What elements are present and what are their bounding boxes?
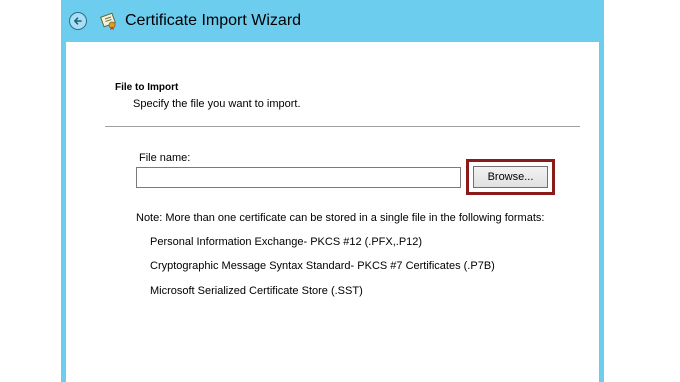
window-title: Certificate Import Wizard: [125, 12, 302, 29]
divider: [105, 126, 580, 127]
back-button[interactable]: [69, 12, 87, 30]
section-heading: File to Import: [115, 82, 179, 93]
format-item-pfx: Personal Information Exchange- PKCS #12 …: [150, 236, 423, 248]
back-arrow-icon: [74, 17, 82, 25]
format-item-sst: Microsoft Serialized Certificate Store (…: [150, 285, 363, 297]
wizard-content: File to Import Specify the file you want…: [66, 42, 599, 382]
format-item-p7b: Cryptographic Message Syntax Standard- P…: [150, 260, 495, 272]
wizard-window: Certificate Import Wizard File to Import…: [61, 0, 604, 382]
title-bar: Certificate Import Wizard: [61, 0, 604, 42]
file-name-input[interactable]: [136, 167, 461, 188]
formats-note: Note: More than one certificate can be s…: [136, 212, 545, 224]
section-description: Specify the file you want to import.: [133, 98, 301, 110]
file-name-label: File name:: [139, 152, 191, 164]
certificate-icon: [100, 12, 116, 30]
browse-button[interactable]: Browse...: [473, 166, 548, 188]
